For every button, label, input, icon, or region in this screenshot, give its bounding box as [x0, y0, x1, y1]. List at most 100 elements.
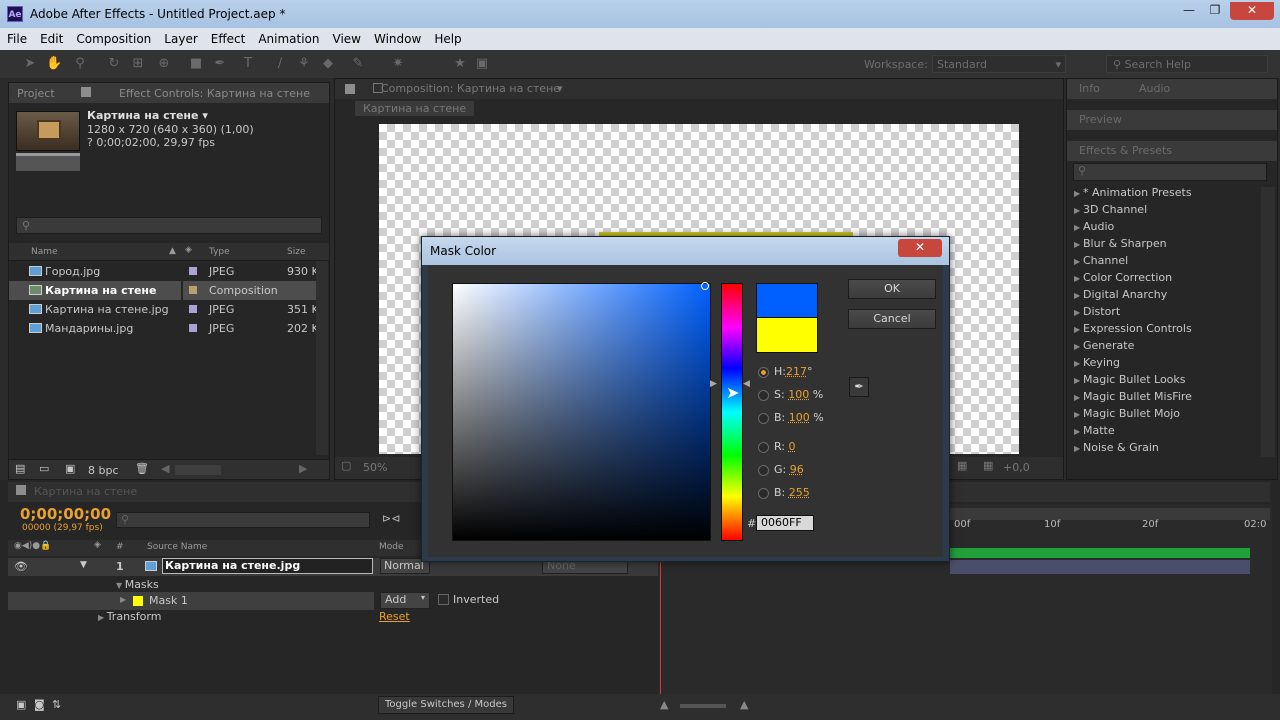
effect-category-channel[interactable]: ▶ Channel [1074, 252, 1128, 269]
effect-category-digital-anarchy[interactable]: ▶ Digital Anarchy [1074, 286, 1167, 303]
new-composition-icon[interactable]: ▣ [65, 462, 75, 475]
expand-arrow-icon[interactable]: ▶ [1074, 287, 1083, 304]
effect-category-matte[interactable]: ▶ Matte [1074, 422, 1115, 439]
color-picker-marker[interactable] [701, 282, 709, 290]
current-timecode[interactable]: 0;00;00;00 [20, 505, 111, 523]
mask-name[interactable]: Mask 1 [149, 594, 188, 607]
menu-file[interactable]: File [0, 28, 33, 46]
interpret-footage-icon[interactable]: ▤ [15, 462, 25, 475]
effect-category-distort[interactable]: ▶ Distort [1074, 303, 1120, 320]
horizontal-scrollbar-thumb[interactable] [175, 465, 221, 475]
blue-radio[interactable] [758, 488, 769, 499]
saturation-radio[interactable] [758, 390, 769, 401]
effect-category-magic-bullet-misfire[interactable]: ▶ Magic Bullet MisFire [1074, 388, 1192, 405]
menu-layer[interactable]: Layer [157, 28, 203, 46]
effects-scrollbar[interactable] [1261, 187, 1275, 457]
brightness-radio[interactable] [758, 413, 769, 424]
transfer-controls-icon[interactable]: ◙ [34, 698, 45, 711]
roto-brush-tool-icon[interactable]: ✎ [350, 56, 366, 72]
camera-tool-icon[interactable]: ⊞ [130, 56, 146, 72]
label-color-swatch[interactable] [189, 324, 197, 332]
effect-category-noise-grain[interactable]: ▶ Noise & Grain [1074, 439, 1159, 456]
expand-arrow-icon[interactable]: ▶ [1074, 253, 1083, 270]
always-preview-icon[interactable]: ▢ [341, 459, 351, 472]
menu-composition[interactable]: Composition [69, 28, 157, 46]
comp-viewer-tab[interactable]: Картина на стене [355, 101, 475, 116]
panel-menu-icon[interactable] [16, 485, 26, 495]
close-icon[interactable]: ✕ [898, 239, 942, 257]
zoom-in-icon[interactable]: ▲ [740, 698, 748, 711]
hue-slider-right-arrow-icon[interactable]: ◀ [743, 379, 750, 389]
project-search-input[interactable]: ⚲ [16, 217, 322, 234]
expand-arrow-icon[interactable]: ▼ [116, 581, 125, 590]
project-item-kartina-jpg[interactable]: Картина на стене.jpg JPEG 351 K [9, 300, 319, 319]
blue-value[interactable]: 255 [789, 486, 810, 499]
tab-composition[interactable]: Composition: Картина на стене [381, 82, 560, 95]
column-name[interactable]: Name [31, 247, 58, 257]
effect-category-magic-bullet-looks[interactable]: ▶ Magic Bullet Looks [1074, 371, 1186, 388]
scroll-left-icon[interactable]: ◀ [161, 462, 169, 475]
expand-arrow-icon[interactable]: ▶ [1074, 321, 1083, 338]
close-icon[interactable]: ✕ [1230, 2, 1274, 20]
mask-mode-dropdown[interactable]: Add ▾ [380, 592, 430, 609]
effect-category-expression-controls[interactable]: ▶ Expression Controls [1074, 320, 1192, 337]
saturation-value[interactable]: 100 [788, 388, 809, 401]
project-item-comp[interactable]: Картина на стене [9, 281, 181, 300]
expand-arrow-icon[interactable]: ▶ [1074, 304, 1083, 321]
eye-icon[interactable]: 👁 [14, 560, 28, 573]
hue-slider[interactable] [721, 283, 743, 541]
reset-transform-link[interactable]: Reset [379, 610, 410, 623]
timeline-zoom-slider[interactable] [680, 704, 726, 708]
expand-arrow-icon[interactable]: ▶ [1074, 355, 1083, 372]
mask-row[interactable]: ▶ Mask 1 [8, 592, 374, 610]
effect-category-animation-presets[interactable]: ▶ * Animation Presets [1074, 184, 1192, 201]
pen-tool-icon[interactable]: ✒ [212, 56, 228, 72]
current-time-indicator[interactable] [660, 556, 661, 694]
expand-arrow-icon[interactable]: ▶ [1074, 406, 1083, 423]
hue-value[interactable]: 217 [786, 365, 807, 378]
green-value[interactable]: 96 [790, 463, 804, 476]
zoom-level[interactable]: 50% [363, 461, 387, 474]
transparency-grid-icon[interactable]: ▦ [983, 459, 993, 472]
saturation-brightness-field[interactable] [452, 282, 711, 541]
expand-arrow-icon[interactable]: ▶ [1074, 423, 1083, 440]
label-column-icon[interactable]: ◈ [94, 540, 101, 550]
project-item-mandariny[interactable]: Мандарины.jpg JPEG 202 K [9, 319, 319, 338]
workspace-dropdown[interactable]: Standard ▾ [932, 55, 1066, 73]
eraser-tool-icon[interactable]: ◆ [320, 56, 336, 72]
expand-arrow-icon[interactable]: ▶ [1074, 338, 1083, 355]
bit-depth-label[interactable]: 8 bpc [88, 464, 119, 477]
label-tag-icon[interactable]: ◈ [185, 245, 192, 255]
panel-menu-icon[interactable] [345, 84, 355, 94]
composition-mini-flowchart-icon[interactable]: ⊳⊲ [382, 512, 400, 525]
maximize-icon[interactable]: ❐ [1202, 2, 1228, 20]
label-color-swatch[interactable] [189, 286, 197, 294]
tab-effects-presets[interactable]: Effects & Presets [1079, 144, 1172, 157]
effect-category-color-correction[interactable]: ▶ Color Correction [1074, 269, 1172, 286]
expand-arrow-icon[interactable]: ▼ [80, 560, 87, 570]
zoom-tool-icon[interactable]: ⚲ [72, 56, 88, 72]
visibility-column-icon[interactable]: ◉◀)●🔒 [14, 541, 51, 551]
menu-window[interactable]: Window [367, 28, 427, 46]
chevron-down-icon[interactable]: ▾ [557, 82, 563, 95]
new-folder-icon[interactable]: ▭ [39, 462, 49, 475]
expand-arrow-icon[interactable]: ▶ [1074, 372, 1083, 389]
trash-icon[interactable]: 🗑 [135, 462, 149, 475]
column-mode[interactable]: Mode [379, 542, 404, 552]
region-of-interest-icon[interactable]: ▦ [957, 459, 967, 472]
in-out-icon[interactable]: ⇅ [52, 698, 61, 711]
hand-tool-icon[interactable]: ✋ [46, 56, 62, 72]
effect-category-audio[interactable]: ▶ Audio [1074, 218, 1114, 235]
hue-radio[interactable] [758, 367, 769, 378]
exposure-value[interactable]: +0,0 [1003, 461, 1030, 474]
rotate-tool-icon[interactable]: ↻ [106, 56, 122, 72]
red-value[interactable]: 0 [789, 440, 796, 453]
effect-category-magic-bullet-mojo[interactable]: ▶ Magic Bullet Mojo [1074, 405, 1180, 422]
green-radio[interactable] [758, 465, 769, 476]
expand-arrow-icon[interactable]: ▶ [1074, 440, 1083, 457]
layer-track-bar[interactable] [950, 560, 1250, 574]
expand-arrow-icon[interactable]: ▶ [1074, 219, 1083, 236]
column-size[interactable]: Size [287, 247, 305, 257]
menu-help[interactable]: Help [427, 28, 467, 46]
zoom-out-icon[interactable]: ▲ [660, 698, 668, 711]
